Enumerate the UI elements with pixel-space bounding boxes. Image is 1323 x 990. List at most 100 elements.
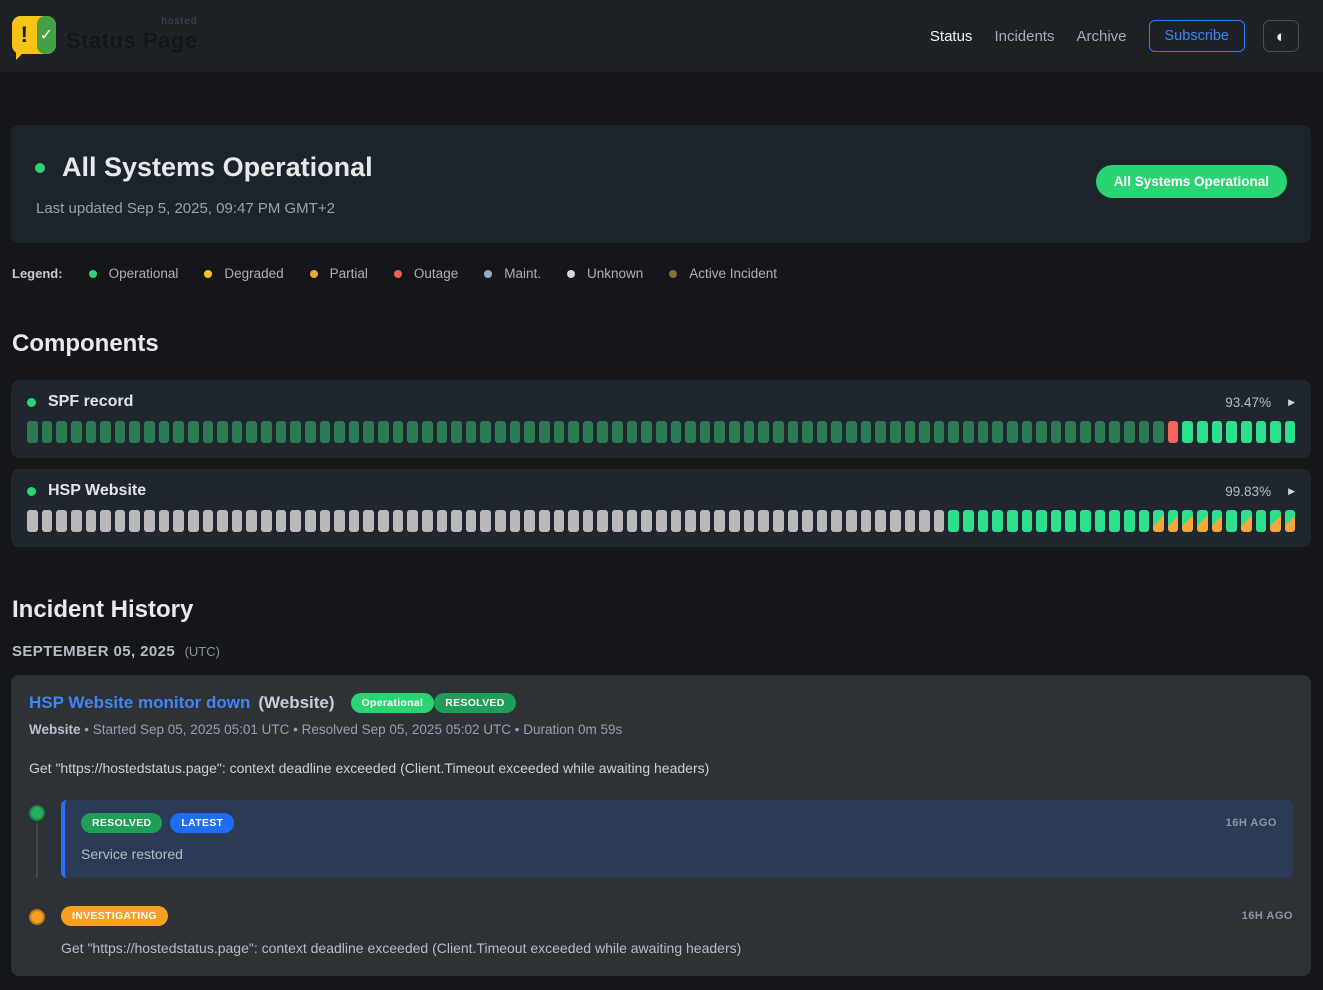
uptime-bar-unknown[interactable]: [671, 510, 682, 532]
uptime-bar-operational-dim[interactable]: [831, 421, 842, 443]
uptime-bar-operational-dim[interactable]: [539, 421, 550, 443]
uptime-bar-operational-dim[interactable]: [1007, 421, 1018, 443]
uptime-bar-unknown[interactable]: [232, 510, 243, 532]
uptime-bar-unknown[interactable]: [539, 510, 550, 532]
uptime-bar-unknown[interactable]: [407, 510, 418, 532]
uptime-bar-operational-dim[interactable]: [744, 421, 755, 443]
uptime-bar-unknown[interactable]: [159, 510, 170, 532]
uptime-bar-operational[interactable]: [1036, 510, 1047, 532]
uptime-bar-unknown[interactable]: [451, 510, 462, 532]
uptime-bar-unknown[interactable]: [422, 510, 433, 532]
uptime-bar-operational-dim[interactable]: [934, 421, 945, 443]
uptime-bar-operational[interactable]: [1124, 510, 1135, 532]
uptime-bar-operational-dim[interactable]: [115, 421, 126, 443]
uptime-bar-unknown[interactable]: [495, 510, 506, 532]
uptime-bar-unknown[interactable]: [188, 510, 199, 532]
uptime-bar-operational[interactable]: [1226, 421, 1237, 443]
uptime-bar-operational-dim[interactable]: [188, 421, 199, 443]
component-expand-arrow-icon[interactable]: ▶: [1288, 486, 1295, 497]
brand-logo[interactable]: ! ✓ hosted Status Page: [12, 16, 197, 56]
uptime-bar-unknown[interactable]: [437, 510, 448, 532]
uptime-bar-operational-dim[interactable]: [1080, 421, 1091, 443]
uptime-bar-operational-dim[interactable]: [203, 421, 214, 443]
uptime-bar-operational-dim[interactable]: [758, 421, 769, 443]
uptime-bar-operational-dim[interactable]: [1065, 421, 1076, 443]
uptime-bar-unknown[interactable]: [612, 510, 623, 532]
uptime-bar-unknown[interactable]: [641, 510, 652, 532]
component-expand-arrow-icon[interactable]: ▶: [1288, 397, 1295, 408]
uptime-bar-operational-dim[interactable]: [948, 421, 959, 443]
uptime-bar-operational-dim[interactable]: [129, 421, 140, 443]
uptime-bar-operational-dim[interactable]: [1139, 421, 1150, 443]
uptime-bar-unknown[interactable]: [393, 510, 404, 532]
uptime-bar-unknown[interactable]: [261, 510, 272, 532]
uptime-bar-operational-dim[interactable]: [524, 421, 535, 443]
uptime-bar-operational-dim[interactable]: [905, 421, 916, 443]
uptime-bar-operational-dim[interactable]: [729, 421, 740, 443]
uptime-bar-operational-dim[interactable]: [656, 421, 667, 443]
uptime-bar-operational-dim[interactable]: [86, 421, 97, 443]
uptime-bar-operational-dim[interactable]: [144, 421, 155, 443]
uptime-bar-unknown[interactable]: [597, 510, 608, 532]
uptime-bar-operational-dim[interactable]: [597, 421, 608, 443]
uptime-bar-operational-dim[interactable]: [1051, 421, 1062, 443]
uptime-bar-operational[interactable]: [1285, 421, 1296, 443]
subscribe-button[interactable]: Subscribe: [1149, 20, 1245, 52]
uptime-bar-operational-dim[interactable]: [583, 421, 594, 443]
uptime-bar-operational-dim[interactable]: [963, 421, 974, 443]
uptime-bar-operational-dim[interactable]: [802, 421, 813, 443]
uptime-bar-mixed[interactable]: [1182, 510, 1193, 532]
uptime-bar-unknown[interactable]: [290, 510, 301, 532]
uptime-bar-mixed[interactable]: [1285, 510, 1296, 532]
uptime-bar-operational[interactable]: [1256, 421, 1267, 443]
uptime-bar-operational-dim[interactable]: [466, 421, 477, 443]
uptime-bar-operational[interactable]: [1197, 421, 1208, 443]
uptime-bar-operational-dim[interactable]: [451, 421, 462, 443]
uptime-bar-unknown[interactable]: [466, 510, 477, 532]
uptime-bar-operational[interactable]: [1080, 510, 1091, 532]
uptime-bar-unknown[interactable]: [875, 510, 886, 532]
uptime-bar-operational-dim[interactable]: [641, 421, 652, 443]
uptime-bar-operational-dim[interactable]: [290, 421, 301, 443]
uptime-bar-operational[interactable]: [1270, 421, 1281, 443]
uptime-bar-operational-dim[interactable]: [817, 421, 828, 443]
uptime-bar-operational-dim[interactable]: [393, 421, 404, 443]
uptime-bar-operational[interactable]: [948, 510, 959, 532]
uptime-bar-unknown[interactable]: [729, 510, 740, 532]
uptime-bar-unknown[interactable]: [305, 510, 316, 532]
uptime-bar-unknown[interactable]: [480, 510, 491, 532]
incident-title-link[interactable]: HSP Website monitor down: [29, 693, 250, 713]
uptime-bar-unknown[interactable]: [905, 510, 916, 532]
uptime-bar-unknown[interactable]: [685, 510, 696, 532]
uptime-bar-mixed[interactable]: [1197, 510, 1208, 532]
uptime-bar-unknown[interactable]: [144, 510, 155, 532]
uptime-bar-mixed[interactable]: [1270, 510, 1281, 532]
uptime-bar-unknown[interactable]: [42, 510, 53, 532]
uptime-bar-unknown[interactable]: [276, 510, 287, 532]
uptime-bar-operational-dim[interactable]: [320, 421, 331, 443]
uptime-bar-mixed[interactable]: [1168, 510, 1179, 532]
nav-item-status[interactable]: Status: [930, 28, 973, 45]
uptime-bar-unknown[interactable]: [802, 510, 813, 532]
uptime-bar-unknown[interactable]: [334, 510, 345, 532]
uptime-bar-operational-dim[interactable]: [363, 421, 374, 443]
uptime-bar-operational-dim[interactable]: [627, 421, 638, 443]
uptime-bar-operational-dim[interactable]: [875, 421, 886, 443]
uptime-bar-operational-dim[interactable]: [71, 421, 82, 443]
uptime-bar-unknown[interactable]: [129, 510, 140, 532]
uptime-bar-operational-dim[interactable]: [978, 421, 989, 443]
uptime-bar-unknown[interactable]: [568, 510, 579, 532]
uptime-bar-operational-dim[interactable]: [1022, 421, 1033, 443]
uptime-bar-unknown[interactable]: [246, 510, 257, 532]
theme-toggle-button[interactable]: ◐: [1263, 20, 1299, 52]
uptime-bar-operational[interactable]: [992, 510, 1003, 532]
uptime-bar-unknown[interactable]: [524, 510, 535, 532]
uptime-bar-mixed[interactable]: [1241, 510, 1252, 532]
uptime-bar-unknown[interactable]: [27, 510, 38, 532]
uptime-bar-operational-dim[interactable]: [554, 421, 565, 443]
uptime-bar-unknown[interactable]: [583, 510, 594, 532]
uptime-bar-unknown[interactable]: [510, 510, 521, 532]
uptime-bar-operational-dim[interactable]: [276, 421, 287, 443]
uptime-bar-unknown[interactable]: [817, 510, 828, 532]
uptime-bar-operational-dim[interactable]: [568, 421, 579, 443]
